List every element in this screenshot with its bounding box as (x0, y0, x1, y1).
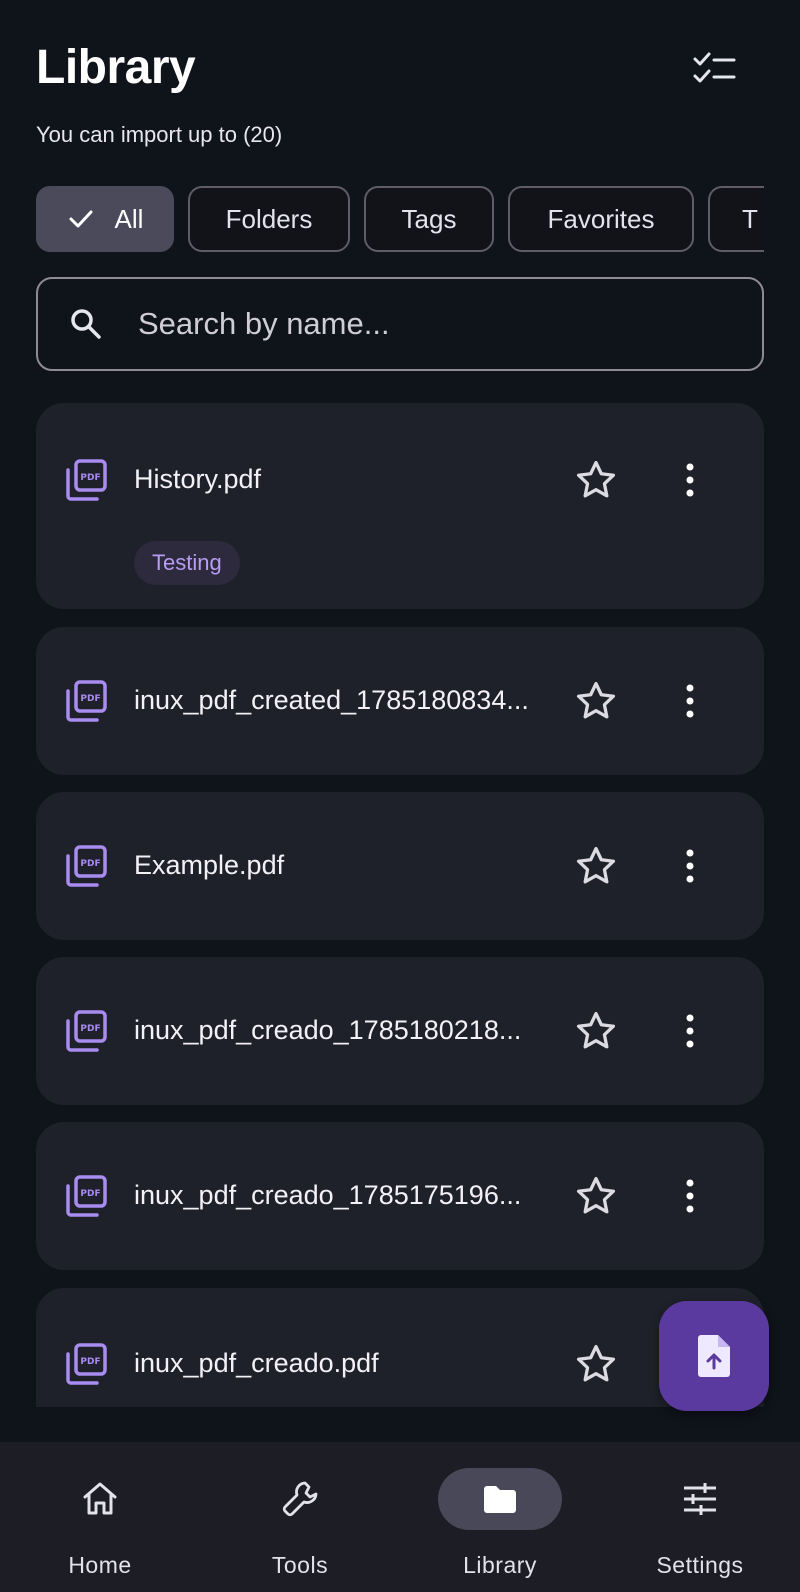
star-icon[interactable] (574, 1342, 618, 1386)
nav-item-tools[interactable]: Tools (200, 1442, 400, 1592)
pdf-file-icon: PDF (66, 1175, 107, 1217)
pdf-file-icon: PDF (66, 845, 107, 887)
chip-tags[interactable]: Tags (364, 186, 494, 252)
chip-label: T (742, 203, 758, 234)
chip-label: All (114, 203, 144, 234)
file-card[interactable]: PDF inux_pdf_creado_1785175196... (36, 1122, 764, 1270)
header: Library (36, 38, 764, 98)
chip-folders[interactable]: Folders (188, 186, 350, 252)
pdf-file-icon: PDF (66, 1343, 107, 1385)
file-list: PDF History.pdf Testing PDF inux_pdf_cre… (36, 403, 764, 1407)
file-name: History.pdf (134, 464, 262, 494)
chip-partial[interactable]: T (708, 186, 764, 252)
pdf-file-icon: PDF (66, 680, 107, 722)
nav-icon-container (38, 1468, 162, 1530)
file-card[interactable]: PDF Example.pdf (36, 792, 764, 940)
import-limit-text: You can import up to (20) (36, 122, 283, 147)
search-input[interactable] (138, 306, 698, 342)
chip-all[interactable]: All (36, 186, 174, 252)
file-card[interactable]: PDF inux_pdf_creado_1785180218... (36, 957, 764, 1105)
file-card[interactable]: PDF History.pdf Testing (36, 403, 764, 609)
check-icon (69, 210, 93, 228)
more-vertical-icon[interactable] (668, 844, 712, 888)
star-icon[interactable] (574, 679, 618, 723)
filter-chips: All Folders Tags Favorites T (36, 186, 764, 252)
star-icon[interactable] (574, 844, 618, 888)
nav-icon-container (238, 1468, 362, 1530)
chip-favorites[interactable]: Favorites (508, 186, 694, 252)
tag-badge[interactable]: Testing (134, 541, 240, 585)
file-name: inux_pdf_creado_1785180218... (134, 1015, 522, 1045)
nav-label: Home (68, 1552, 132, 1578)
nav-item-settings[interactable]: Settings (600, 1442, 800, 1592)
svg-text:PDF: PDF (80, 1189, 100, 1199)
file-name: inux_pdf_creado.pdf (134, 1348, 379, 1378)
nav-label: Library (463, 1552, 537, 1578)
svg-text:PDF: PDF (80, 694, 100, 704)
file-card[interactable]: PDF inux_pdf_created_1785180834... (36, 627, 764, 775)
svg-text:PDF: PDF (80, 1357, 100, 1367)
svg-text:PDF: PDF (80, 473, 100, 483)
svg-text:PDF: PDF (80, 859, 100, 869)
chip-label: Favorites (547, 203, 655, 234)
svg-text:PDF: PDF (80, 1024, 100, 1034)
nav-label: Tools (271, 1552, 329, 1578)
file-name: inux_pdf_created_1785180834... (134, 685, 529, 715)
star-icon[interactable] (574, 1174, 618, 1218)
search-icon (71, 309, 101, 339)
nav-item-home[interactable]: Home (0, 1442, 200, 1592)
more-vertical-icon[interactable] (668, 679, 712, 723)
more-vertical-icon[interactable] (668, 1009, 712, 1053)
pdf-file-icon: PDF (66, 1010, 107, 1052)
file-upload-icon (698, 1335, 730, 1377)
nav-item-library[interactable]: Library (400, 1442, 600, 1592)
file-name: Example.pdf (134, 850, 285, 880)
nav-label: Settings (656, 1552, 744, 1578)
star-icon[interactable] (574, 458, 618, 502)
sliders-icon (684, 1483, 716, 1515)
search-bar (36, 277, 764, 371)
more-vertical-icon[interactable] (668, 458, 712, 502)
import-file-fab[interactable] (659, 1301, 769, 1411)
star-icon[interactable] (574, 1009, 618, 1053)
more-vertical-icon[interactable] (668, 1174, 712, 1218)
checklist-icon[interactable] (692, 50, 736, 90)
chip-label: Folders (225, 203, 313, 234)
home-icon (83, 1482, 117, 1515)
file-card[interactable]: PDF inux_pdf_creado.pdf (36, 1288, 764, 1407)
chip-label: Tags (401, 203, 457, 234)
file-name: inux_pdf_creado_1785175196... (134, 1180, 522, 1210)
nav-icon-container (638, 1468, 762, 1530)
bottom-navigation: Home Tools Library Settings (0, 1442, 800, 1592)
wrench-icon (282, 1481, 318, 1517)
pdf-file-icon: PDF (66, 459, 107, 501)
folder-icon (484, 1486, 516, 1513)
page-title: Library (36, 41, 196, 94)
nav-icon-container (438, 1468, 562, 1530)
